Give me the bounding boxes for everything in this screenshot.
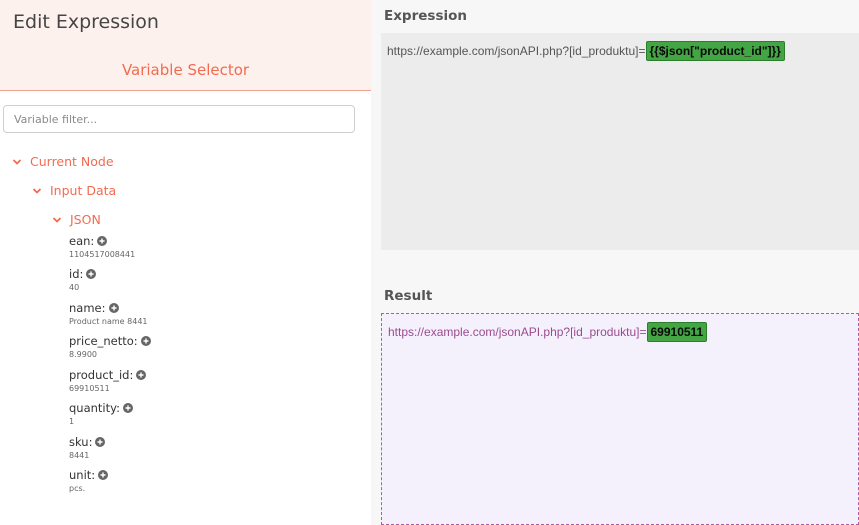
variable-name: ean: — [69, 234, 95, 248]
variable-value: Product name 8441 — [69, 317, 148, 326]
expression-variable-highlight: {{$json["product_id"]}} — [645, 41, 785, 61]
add-variable-icon[interactable] — [95, 437, 106, 447]
variable-name: price_netto: — [69, 334, 138, 348]
add-variable-icon[interactable] — [97, 236, 108, 246]
chevron-down-icon — [32, 186, 42, 196]
expression-label: Expression — [384, 8, 467, 24]
result-value-highlight: 69910511 — [646, 322, 708, 342]
variable-item-price-netto[interactable]: price_netto: 8.9900 — [69, 334, 151, 359]
variable-item-quantity[interactable]: quantity: 1 — [69, 401, 133, 426]
add-variable-icon[interactable] — [108, 303, 119, 313]
tree-node-label: Current Node — [30, 154, 114, 169]
tree-node-label: Input Data — [50, 183, 117, 198]
tree-node-current-node[interactable]: Current Node — [12, 154, 114, 169]
variable-name: quantity: — [69, 401, 120, 415]
variable-item-sku[interactable]: sku: 8441 — [69, 435, 106, 460]
chevron-down-icon — [12, 157, 22, 167]
variable-name: unit: — [69, 468, 96, 482]
variable-value: pcs. — [69, 484, 86, 493]
variable-name: sku: — [69, 435, 93, 449]
result-line: https://example.com/jsonAPI.php?[id_prod… — [388, 322, 708, 342]
variable-value: 8441 — [69, 451, 90, 460]
variable-filter-input[interactable] — [3, 105, 355, 133]
variable-name: id: — [69, 267, 84, 281]
expression-panel: Expression https://example.com/jsonAPI.p… — [371, 0, 859, 525]
add-variable-icon[interactable] — [98, 470, 109, 480]
variable-item-id[interactable]: id: 40 — [69, 267, 97, 292]
result-text: https://example.com/jsonAPI.php?[id_prod… — [388, 325, 647, 339]
tree-node-label: JSON — [70, 212, 101, 227]
variable-item-name[interactable]: name: Product name 8441 — [69, 301, 148, 326]
variable-selector-panel: Edit Expression Variable Selector Curren… — [0, 0, 371, 525]
variable-item-unit[interactable]: unit: pcs. — [69, 468, 109, 493]
left-header: Edit Expression Variable Selector — [0, 0, 371, 91]
add-variable-icon[interactable] — [86, 269, 97, 279]
variable-item-product-id[interactable]: product_id: 69910511 — [69, 368, 147, 393]
tree-node-json[interactable]: JSON — [52, 212, 101, 227]
variable-selector-title: Variable Selector — [121, 61, 250, 79]
tree-node-input-data[interactable]: Input Data — [32, 183, 116, 198]
expression-editor[interactable]: https://example.com/jsonAPI.php?[id_prod… — [381, 33, 859, 250]
result-label: Result — [384, 288, 433, 304]
variable-name: product_id: — [69, 368, 134, 382]
dialog-title: Edit Expression — [13, 11, 159, 33]
add-variable-icon[interactable] — [136, 370, 147, 380]
variable-value: 8.9900 — [69, 350, 97, 359]
expression-text: https://example.com/jsonAPI.php?[id_prod… — [387, 44, 646, 58]
add-variable-icon[interactable] — [140, 336, 151, 346]
chevron-down-icon — [52, 215, 62, 225]
variable-item-ean[interactable]: ean: 1104517008441 — [69, 234, 135, 259]
variable-value: 40 — [69, 283, 80, 292]
variable-value: 1104517008441 — [69, 250, 136, 259]
add-variable-icon[interactable] — [122, 403, 133, 413]
expression-line: https://example.com/jsonAPI.php?[id_prod… — [387, 41, 785, 61]
variable-value: 69910511 — [69, 384, 110, 393]
result-output: https://example.com/jsonAPI.php?[id_prod… — [381, 313, 859, 525]
variable-value: 1 — [69, 417, 75, 426]
variable-name: name: — [69, 301, 106, 315]
